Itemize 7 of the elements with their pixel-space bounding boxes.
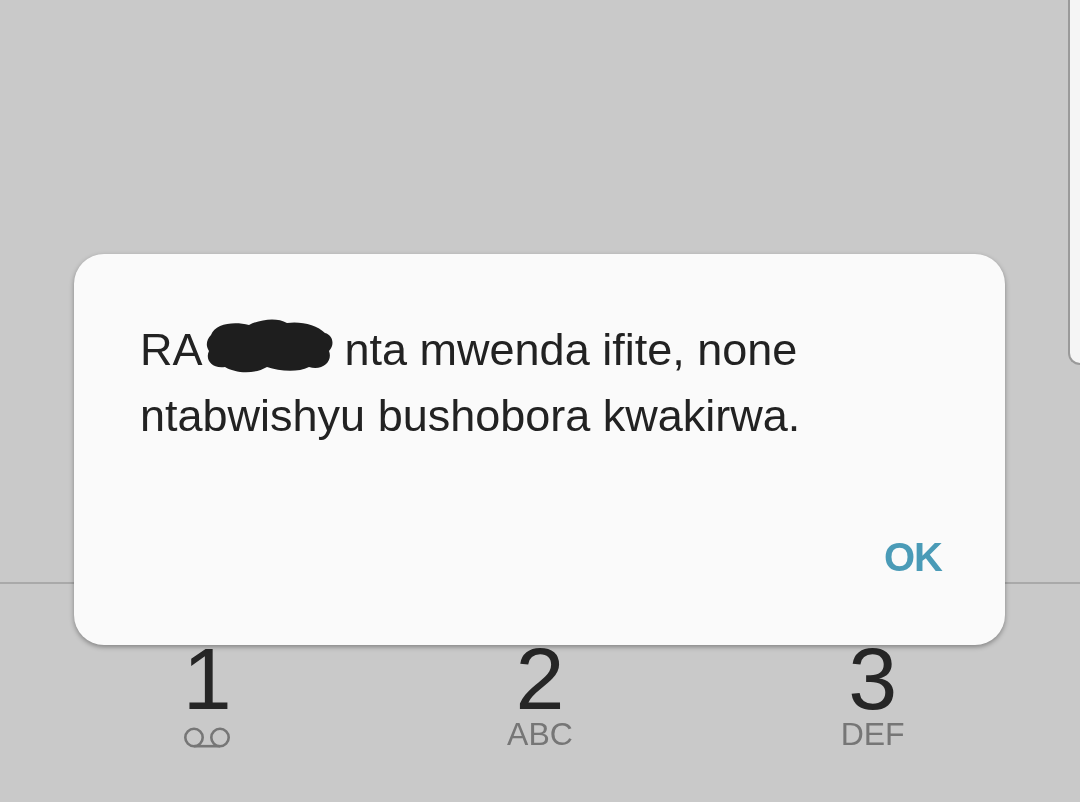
dial-key[interactable]: 2 ABC xyxy=(507,646,573,750)
dial-key[interactable]: 3 DEF xyxy=(840,646,905,750)
message-text: nta mwenda ifite, none xyxy=(344,324,798,375)
message-text: RA xyxy=(140,324,203,375)
message-text: ntabwishyu bushobora kwakirwa. xyxy=(140,390,801,441)
voicemail-icon xyxy=(183,727,232,748)
dial-key[interactable]: 1 xyxy=(182,646,232,748)
